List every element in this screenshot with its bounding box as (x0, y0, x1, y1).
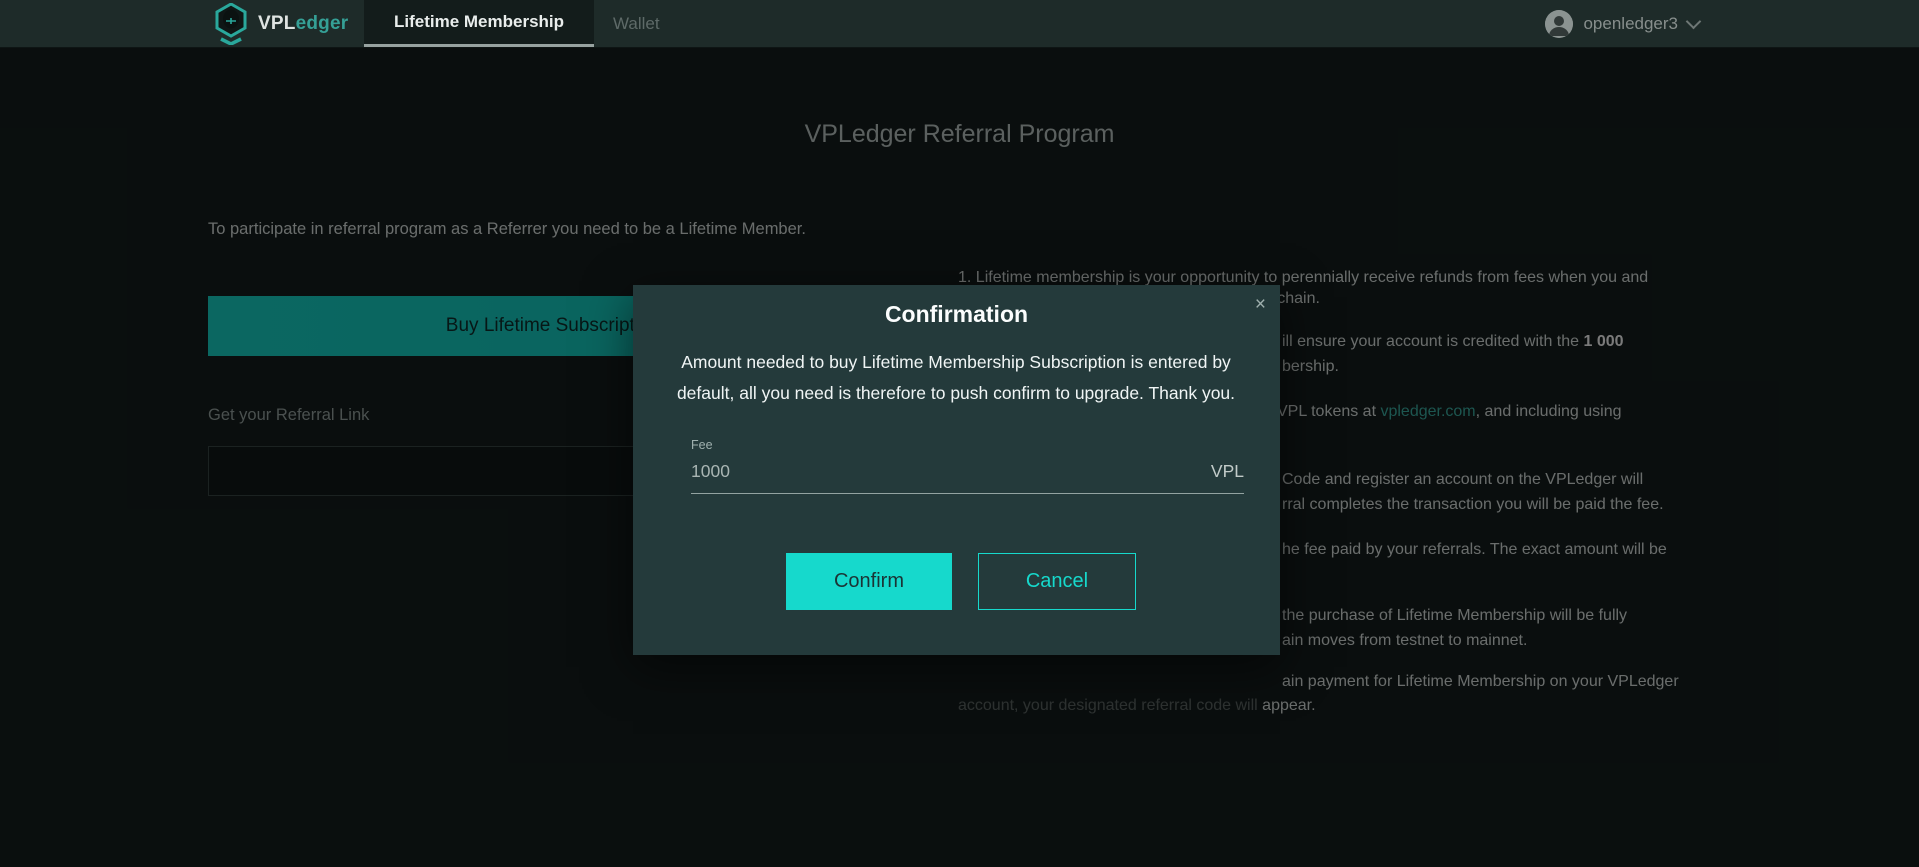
cancel-button[interactable]: Cancel (978, 553, 1136, 610)
tab-label: Lifetime Membership (394, 12, 564, 32)
brand-name: VPLedger (258, 13, 348, 35)
brand[interactable]: VPLedger (214, 0, 348, 47)
tab-label: Wallet (613, 14, 660, 34)
modal-body-text: Amount needed to buy Lifetime Membership… (676, 347, 1236, 409)
modal-title: Confirmation (633, 301, 1280, 328)
confirm-button[interactable]: Confirm (786, 553, 952, 610)
fee-input-row[interactable]: 1000 VPL (691, 461, 1244, 494)
fee-value[interactable]: 1000 (691, 461, 730, 482)
chevron-down-icon (1686, 14, 1702, 30)
tab-wallet[interactable]: Wallet (583, 0, 690, 47)
vpledger-logo-icon (214, 3, 248, 45)
fee-field: Fee 1000 VPL (691, 438, 1244, 494)
confirmation-modal: × Confirmation Amount needed to buy Life… (633, 285, 1280, 655)
user-menu[interactable]: openledger3 (1545, 0, 1699, 47)
top-nav: VPLedger Lifetime Membership Wallet open… (0, 0, 1919, 48)
tab-lifetime-membership[interactable]: Lifetime Membership (364, 0, 594, 47)
username-label: openledger3 (1583, 14, 1678, 34)
fee-currency-label: VPL (1211, 461, 1244, 482)
fee-label: Fee (691, 438, 1244, 452)
user-avatar (1545, 10, 1573, 38)
